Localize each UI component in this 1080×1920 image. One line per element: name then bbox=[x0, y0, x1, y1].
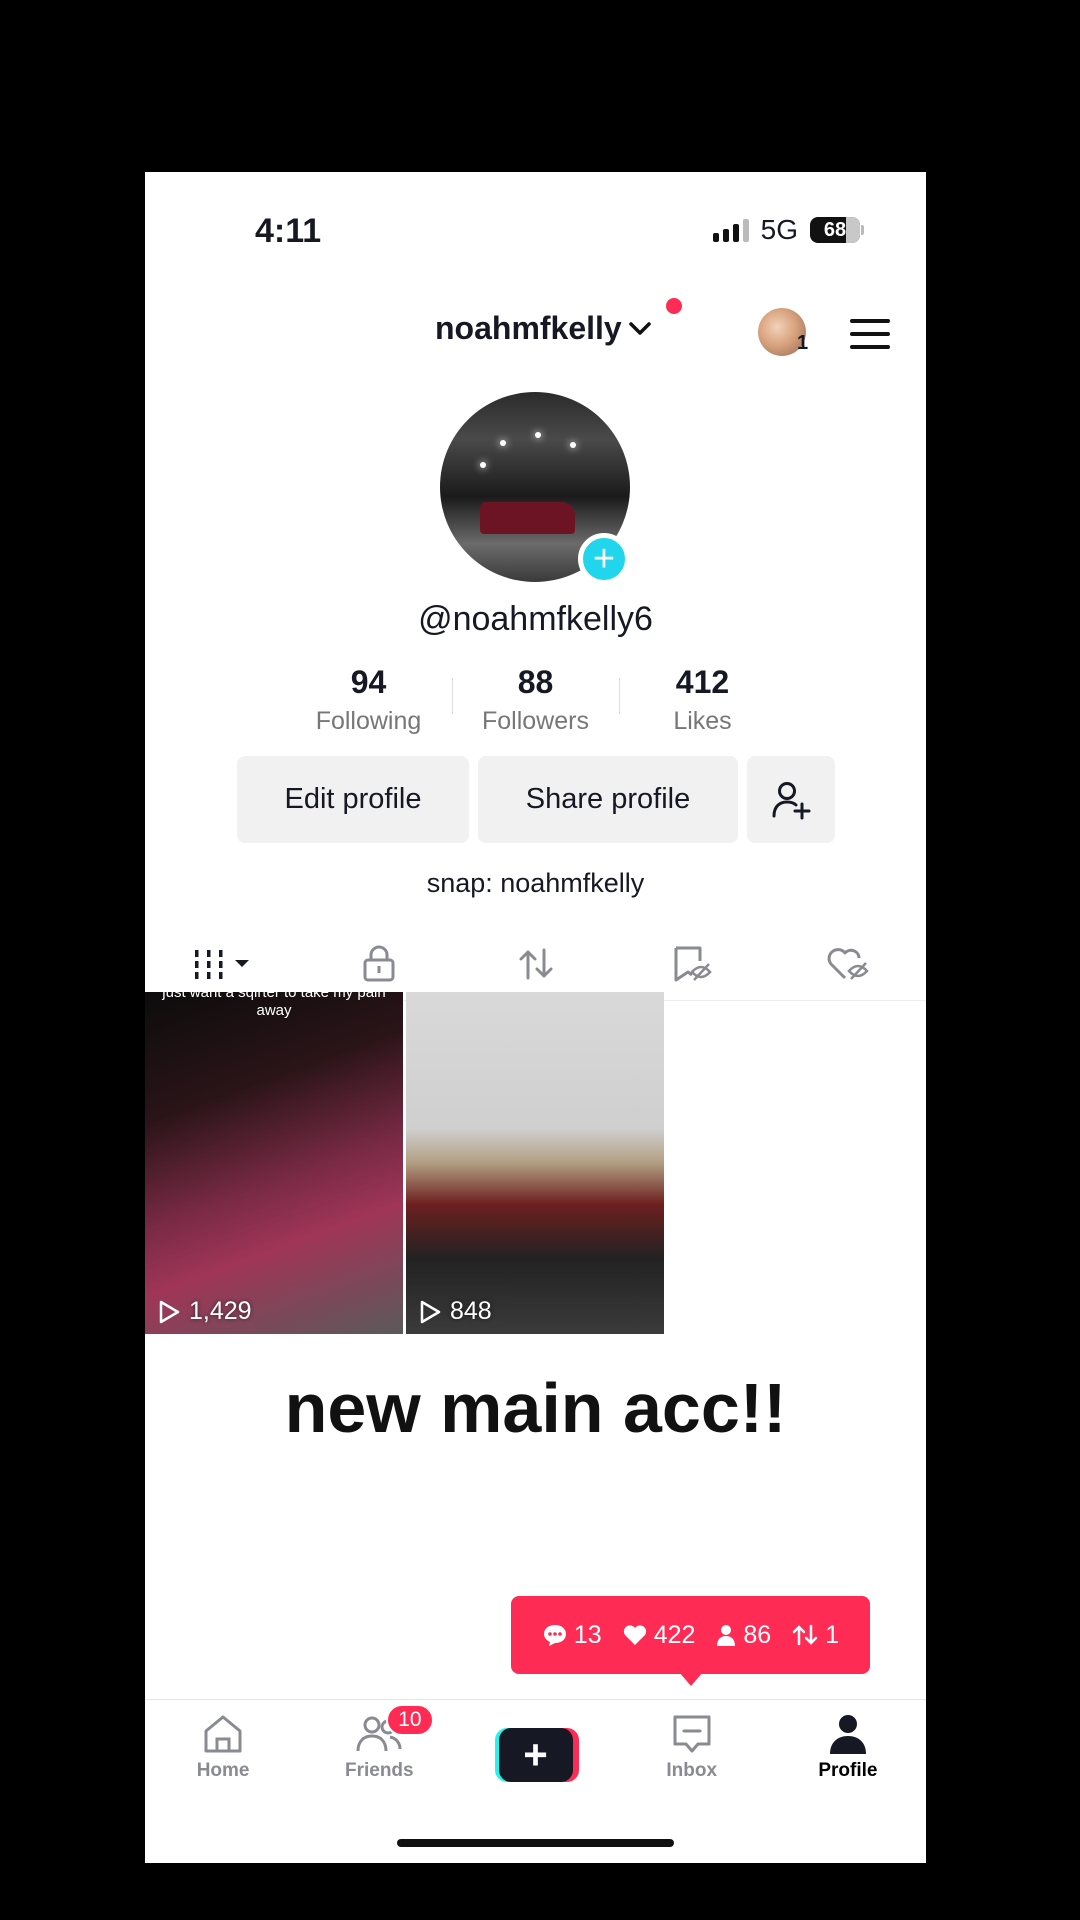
add-friends-button[interactable] bbox=[747, 756, 835, 843]
comment-icon bbox=[543, 1625, 566, 1646]
nav-label: Profile bbox=[818, 1760, 878, 1781]
nav-inbox[interactable]: Inbox bbox=[614, 1700, 770, 1810]
header-username: noahmfkelly bbox=[435, 310, 622, 346]
share-profile-button[interactable]: Share profile bbox=[478, 756, 738, 843]
home-indicator bbox=[397, 1839, 674, 1847]
nav-home[interactable]: Home bbox=[145, 1700, 301, 1810]
tab-private[interactable] bbox=[301, 928, 457, 1000]
reposts-count: 1 bbox=[791, 1621, 839, 1650]
followers-value: 86 bbox=[743, 1620, 772, 1649]
add-user-icon bbox=[772, 781, 811, 819]
overlay-text: new main acc!! bbox=[284, 1369, 787, 1447]
edit-profile-button[interactable]: Edit profile bbox=[237, 756, 469, 843]
videos-grid-icon bbox=[195, 950, 250, 979]
add-story-button[interactable]: + bbox=[578, 533, 630, 585]
comments-value: 13 bbox=[573, 1620, 602, 1649]
stat-label: Followers bbox=[482, 707, 589, 735]
tab-videos[interactable] bbox=[145, 928, 301, 1000]
video-thumbnail[interactable]: just want a sqirter to take my pain away… bbox=[145, 992, 403, 1334]
video-thumbnail[interactable]: 848 bbox=[406, 992, 664, 1334]
likes-count: 422 bbox=[622, 1620, 696, 1650]
heart-icon bbox=[623, 1625, 646, 1645]
play-icon bbox=[159, 1300, 180, 1323]
stat-following[interactable]: 94 Following bbox=[285, 664, 452, 736]
repost-icon bbox=[792, 1624, 818, 1646]
signal-icon bbox=[712, 218, 749, 242]
notification-dot bbox=[666, 298, 682, 314]
stat-value: 94 bbox=[350, 664, 387, 700]
plus-icon: + bbox=[498, 1728, 573, 1782]
stat-label: Following bbox=[315, 707, 422, 735]
home-icon bbox=[204, 1715, 242, 1753]
profile-stats: 94 Following 88 Followers 412 Likes bbox=[285, 664, 786, 736]
nav-label: Home bbox=[196, 1760, 250, 1781]
bottom-navigation: Home Friends 10 + Inbox Profile bbox=[145, 1699, 926, 1810]
lock-icon bbox=[363, 945, 395, 982]
account-count: 1 bbox=[797, 332, 809, 354]
favorites-hidden-icon bbox=[674, 946, 712, 982]
nav-friends[interactable]: Friends 10 bbox=[301, 1700, 457, 1810]
person-icon bbox=[717, 1625, 736, 1646]
tab-liked[interactable] bbox=[770, 928, 926, 1000]
repost-icon bbox=[519, 948, 552, 980]
profile-bio: snap: noahmfkelly bbox=[426, 868, 645, 898]
stat-likes[interactable]: 412 Likes bbox=[619, 664, 786, 736]
create-button[interactable]: + bbox=[494, 1728, 579, 1782]
profile-actions: Edit profile Share profile bbox=[237, 756, 835, 843]
status-indicators: 5G 68 bbox=[712, 214, 864, 246]
stat-value: 88 bbox=[517, 664, 554, 700]
reposts-value: 1 bbox=[825, 1620, 840, 1649]
stat-followers[interactable]: 88 Followers bbox=[452, 664, 619, 736]
video-views: 1,429 bbox=[157, 1297, 252, 1326]
friends-badge: 10 bbox=[386, 1704, 434, 1736]
tab-favorites[interactable] bbox=[614, 928, 770, 1000]
status-time: 4:11 bbox=[255, 212, 322, 250]
network-type: 5G bbox=[760, 214, 798, 245]
video-grid: just want a sqirter to take my pain away… bbox=[145, 992, 664, 1334]
view-count: 1,429 bbox=[189, 1297, 252, 1325]
account-switcher[interactable]: noahmfkelly bbox=[435, 310, 652, 347]
menu-icon[interactable] bbox=[850, 319, 890, 349]
liked-hidden-icon bbox=[827, 948, 869, 980]
nav-label: Inbox bbox=[666, 1760, 718, 1781]
inbox-icon bbox=[673, 1715, 711, 1753]
chevron-down-icon bbox=[628, 321, 651, 335]
battery-level: 68 bbox=[823, 218, 847, 241]
view-count: 848 bbox=[450, 1297, 492, 1325]
nav-create[interactable]: + bbox=[457, 1700, 613, 1810]
content-tabs bbox=[145, 928, 926, 1001]
profile-handle: @noahmfkelly6 bbox=[418, 600, 653, 638]
phone-screen: 4:11 5G 68 noahmfkelly 1 + @noahmfkelly6… bbox=[145, 172, 926, 1863]
activity-notification[interactable]: 13 422 86 1 bbox=[511, 1596, 870, 1686]
video-views: 848 bbox=[418, 1297, 492, 1326]
stat-value: 412 bbox=[675, 664, 730, 700]
play-icon bbox=[420, 1300, 441, 1323]
profile-icon bbox=[829, 1715, 866, 1754]
nav-profile[interactable]: Profile bbox=[770, 1700, 926, 1810]
tab-reposts[interactable] bbox=[457, 928, 613, 1000]
stat-label: Likes bbox=[673, 707, 732, 735]
battery-icon: 68 bbox=[810, 217, 864, 243]
video-caption: just want a sqirter to take my pain away bbox=[162, 992, 386, 1019]
comments-count: 13 bbox=[542, 1621, 602, 1650]
likes-value: 422 bbox=[653, 1620, 696, 1649]
nav-label: Friends bbox=[344, 1760, 414, 1781]
followers-count: 86 bbox=[715, 1621, 771, 1650]
